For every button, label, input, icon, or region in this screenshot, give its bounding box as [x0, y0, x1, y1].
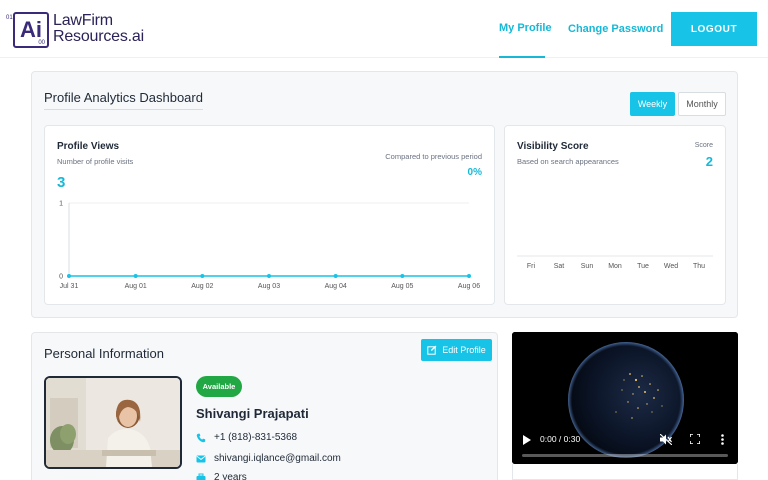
analytics-panel: Profile Analytics Dashboard Weekly Month…	[31, 71, 738, 318]
logo-number-bottom: 00	[38, 40, 45, 46]
x-tick-label: Aug 06	[458, 283, 480, 290]
views-data-point	[333, 274, 338, 278]
video-time: 0:00 / 0:30	[540, 434, 581, 444]
email-icon	[196, 455, 206, 462]
phone-number[interactable]: +1 (818)-831-5368	[214, 432, 297, 443]
nav-active-indicator	[499, 56, 545, 58]
analytics-title: Profile Analytics Dashboard	[44, 90, 203, 110]
profile-photo-image	[46, 378, 180, 467]
person-name: Shivangi Prajapati	[196, 406, 309, 421]
x-tick-label: Sat	[554, 263, 565, 270]
experience-row: 2 years	[196, 472, 247, 480]
profile-views-chart: 0 1 Jul 31 Aug 01 Aug 02 Aug 03 Aug 04 Aug 05 Au…	[59, 201, 480, 291]
play-icon[interactable]	[523, 435, 531, 445]
profile-views-card: Profile Views Number of profile visits 3…	[44, 125, 495, 305]
edit-profile-button[interactable]: Edit Profile	[421, 339, 492, 361]
views-data-point	[400, 274, 405, 278]
x-tick-label: Wed	[664, 263, 678, 270]
nav-my-profile[interactable]: My Profile	[499, 22, 552, 34]
x-tick-label: Mon	[608, 263, 622, 270]
video-controls: 0:00 / 0:30	[512, 424, 738, 464]
mute-icon[interactable]	[660, 434, 672, 445]
video-player[interactable]: 0:00 / 0:30	[512, 332, 738, 464]
status-badge: Available	[196, 376, 242, 397]
brand-line-2: Resources.ai	[53, 28, 144, 45]
monthly-toggle[interactable]: Monthly	[678, 92, 726, 116]
views-data-point	[467, 274, 471, 278]
x-tick-label: Aug 05	[391, 283, 413, 290]
x-tick-label: Thu	[693, 263, 705, 270]
video-card-footer	[512, 464, 738, 480]
views-data-point	[67, 274, 71, 278]
nav-change-password[interactable]: Change Password	[568, 23, 663, 35]
logout-button[interactable]: LOGOUT	[671, 12, 757, 46]
edit-icon	[427, 345, 437, 355]
x-tick-label: Jul 31	[60, 283, 79, 290]
x-tick-label: Fri	[527, 263, 536, 270]
y-tick-label: 0	[59, 274, 63, 281]
experience-value: 2 years	[214, 472, 247, 480]
brand-name[interactable]: LawFirm Resources.ai	[53, 13, 144, 45]
views-data-point	[200, 274, 205, 278]
logo-icon[interactable]: 01 Ai 00	[6, 12, 49, 48]
phone-row: +1 (818)-831-5368	[196, 432, 297, 443]
top-nav-bar: 01 Ai 00 LawFirm Resources.ai My Profile…	[0, 0, 768, 58]
logo-number-top: 01	[6, 15, 13, 21]
views-data-point	[267, 274, 271, 278]
phone-icon	[196, 433, 206, 442]
personal-info-title: Personal Information	[44, 346, 164, 361]
profile-photo	[44, 376, 182, 469]
edit-profile-label: Edit Profile	[442, 345, 486, 355]
fullscreen-icon[interactable]	[690, 434, 700, 444]
x-tick-label: Aug 02	[191, 283, 213, 290]
video-progress-track[interactable]	[522, 454, 728, 457]
email-row: shivangi.iqlance@gmail.com	[196, 453, 341, 464]
visibility-chart: Fri Sat Sun Mon Tue Wed Thu	[517, 255, 713, 270]
more-options-icon[interactable]	[721, 434, 724, 445]
x-tick-label: Aug 01	[125, 283, 147, 290]
briefcase-icon	[196, 473, 206, 480]
email-address[interactable]: shivangi.iqlance@gmail.com	[214, 453, 341, 464]
x-tick-label: Aug 03	[258, 283, 280, 290]
personal-info-panel: Personal Information Edit Profile Availa…	[31, 332, 498, 480]
y-tick-label: 1	[59, 201, 63, 208]
x-tick-label: Aug 04	[325, 283, 347, 290]
visibility-score-card: Visibility Score Based on search appeara…	[504, 125, 726, 305]
views-data-point	[133, 274, 138, 278]
x-tick-label: Tue	[637, 263, 649, 270]
brand-line-1: LawFirm	[53, 12, 113, 29]
weekly-toggle[interactable]: Weekly	[630, 92, 675, 116]
x-tick-label: Sun	[581, 263, 594, 270]
